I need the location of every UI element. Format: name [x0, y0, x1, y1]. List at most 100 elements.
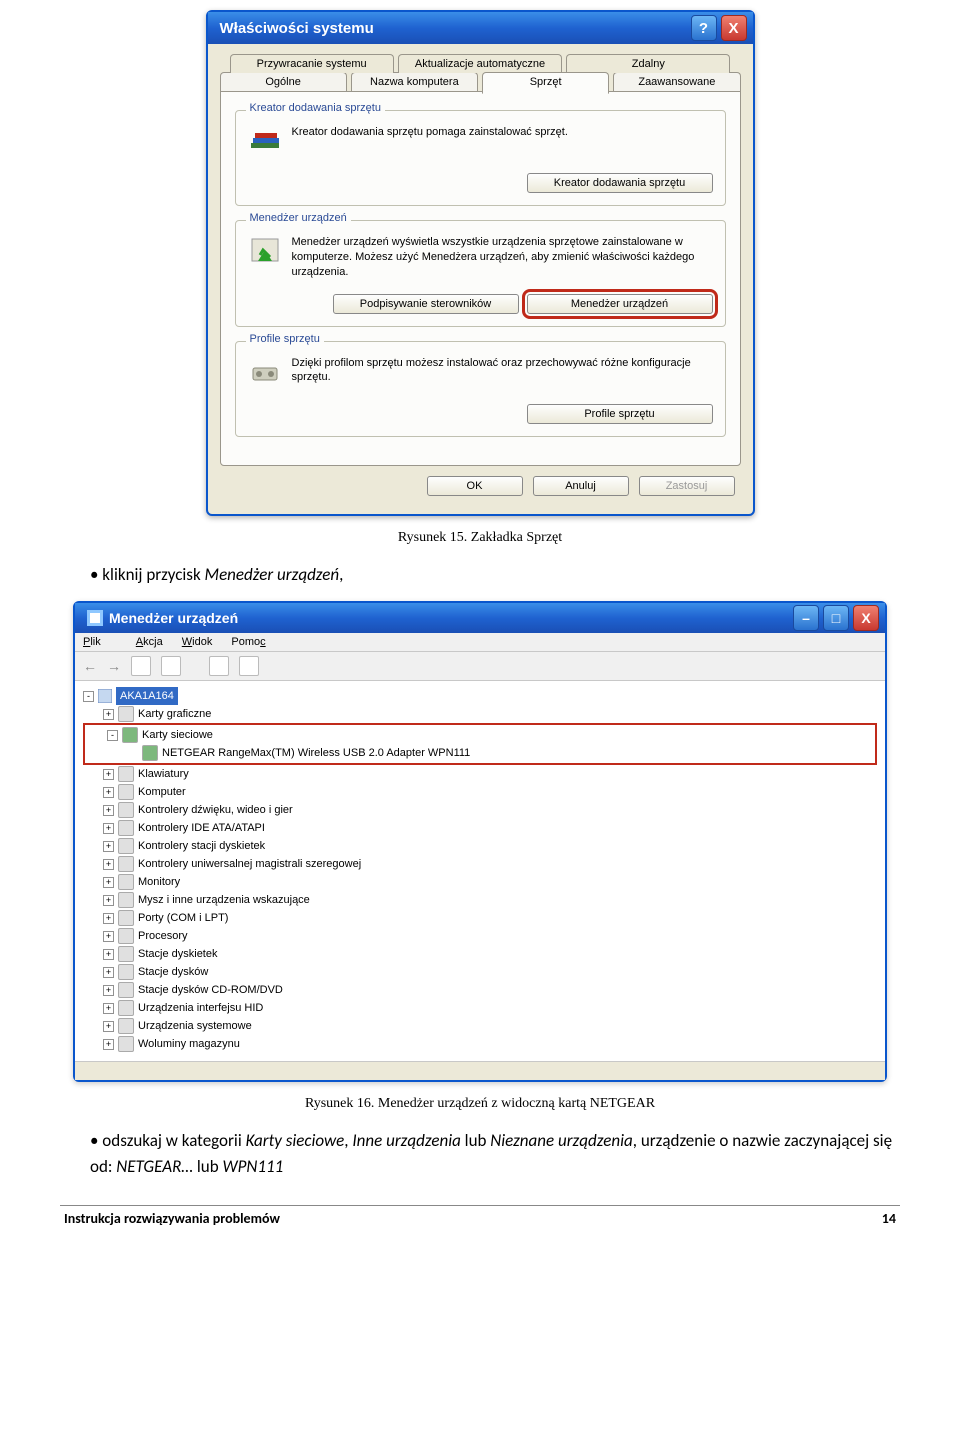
expand-icon[interactable]: +: [103, 841, 114, 852]
collapse-icon[interactable]: -: [107, 730, 118, 741]
group-add-hardware-wizard: Kreator dodawania sprzętu Kreator dodawa…: [235, 110, 726, 206]
expand-icon[interactable]: +: [103, 859, 114, 870]
tree-row[interactable]: +Procesory: [83, 927, 877, 945]
tree-row[interactable]: +Woluminy magazynu: [83, 1035, 877, 1053]
computer-icon: [118, 784, 134, 800]
tree-row[interactable]: +Kontrolery dźwięku, wideo i gier: [83, 801, 877, 819]
nav-forward-icon[interactable]: →: [107, 658, 121, 674]
expand-icon[interactable]: +: [103, 913, 114, 924]
expand-icon[interactable]: +: [103, 709, 114, 720]
nav-back-icon[interactable]: ←: [83, 658, 97, 674]
footer-rule: [60, 1205, 900, 1206]
tree-row[interactable]: +Stacje dysków: [83, 963, 877, 981]
mouse-icon: [118, 892, 134, 908]
expand-icon[interactable]: +: [103, 949, 114, 960]
tab-remote[interactable]: Zdalny: [566, 54, 730, 73]
toolbar-icon-1[interactable]: [131, 656, 151, 676]
tree-row-network[interactable]: -Karty sieciowe: [87, 726, 873, 744]
expand-icon[interactable]: +: [103, 1021, 114, 1032]
dialog-titlebar: Właściwości systemu ? X: [208, 12, 753, 44]
disk-drive-icon: [118, 964, 134, 980]
menu-widok[interactable]: Widok: [182, 636, 213, 648]
expand-icon[interactable]: +: [103, 769, 114, 780]
dm-close-button[interactable]: X: [853, 605, 879, 631]
dm-title: Menedżer urządzeń: [109, 610, 238, 626]
expand-icon[interactable]: +: [103, 931, 114, 942]
footer-page-number: 14: [882, 1210, 896, 1227]
tab-auto-updates[interactable]: Aktualizacje automatyczne: [398, 54, 562, 73]
floppy-drive-icon: [118, 946, 134, 962]
device-manager-button[interactable]: Menedżer urządzeń: [527, 294, 713, 314]
tree-root[interactable]: - AKA1A164: [83, 687, 877, 705]
storage-volume-icon: [118, 1036, 134, 1052]
expand-icon[interactable]: +: [103, 967, 114, 978]
tree-row[interactable]: +Mysz i inne urządzenia wskazujące: [83, 891, 877, 909]
maximize-button[interactable]: □: [823, 605, 849, 631]
network-adapter-icon: [122, 727, 138, 743]
expand-icon[interactable]: +: [103, 985, 114, 996]
add-hardware-wizard-button[interactable]: Kreator dodawania sprzętu: [527, 173, 713, 193]
tree-row[interactable]: +Klawiatury: [83, 765, 877, 783]
group-legend: Profile sprzętu: [246, 333, 324, 345]
expand-icon[interactable]: +: [103, 895, 114, 906]
device-manager-window: Menedżer urządzeń – □ X Plik Akcja Widok…: [73, 601, 887, 1082]
tab-computer-name[interactable]: Nazwa komputera: [351, 72, 478, 92]
tabs-front-row: Ogólne Nazwa komputera Sprzęt Zaawansowa…: [220, 72, 741, 92]
ok-button[interactable]: OK: [427, 476, 523, 496]
document-page: Właściwości systemu ? X Przywracanie sys…: [0, 0, 960, 1257]
ide-controller-icon: [118, 820, 134, 836]
titlebar-buttons: ? X: [691, 15, 747, 41]
dm-statusbar: [75, 1061, 885, 1080]
menu-pomoc[interactable]: Pomoc: [231, 636, 265, 648]
menu-plik[interactable]: Plik: [83, 636, 117, 648]
tree-row[interactable]: +Kontrolery IDE ATA/ATAPI: [83, 819, 877, 837]
tree-row[interactable]: +Karty graficzne: [83, 705, 877, 723]
tree-row[interactable]: +Urządzenia interfejsu HID: [83, 999, 877, 1017]
close-button[interactable]: X: [721, 15, 747, 41]
collapse-icon[interactable]: -: [83, 691, 94, 702]
toolbar-icon-2[interactable]: [161, 656, 181, 676]
instruction-bullet-1: • kliknij przycisk Menedżer urządzeń,: [90, 562, 900, 588]
expand-icon[interactable]: +: [103, 805, 114, 816]
apply-button[interactable]: Zastosuj: [639, 476, 735, 496]
tree-row[interactable]: +Stacje dyskietek: [83, 945, 877, 963]
hardware-profiles-icon: [248, 356, 282, 390]
instruction-bullet-2: • odszukaj w kategorii Karty sieciowe, I…: [90, 1128, 900, 1179]
tabs-back-row: Przywracanie systemu Aktualizacje automa…: [220, 54, 741, 73]
device-manager-icon: [248, 235, 282, 269]
tree-row[interactable]: +Kontrolery uniwersalnej magistrali szer…: [83, 855, 877, 873]
tab-general[interactable]: Ogólne: [220, 72, 347, 92]
minimize-button[interactable]: –: [793, 605, 819, 631]
tree-row[interactable]: +Porty (COM i LPT): [83, 909, 877, 927]
tree-row[interactable]: +Monitory: [83, 873, 877, 891]
hardware-profiles-button[interactable]: Profile sprzętu: [527, 404, 713, 424]
tree-row[interactable]: +Stacje dysków CD-ROM/DVD: [83, 981, 877, 999]
expand-icon[interactable]: +: [103, 877, 114, 888]
tab-hardware[interactable]: Sprzęt: [482, 72, 609, 94]
group3-text: Dzięki profilom sprzętu możesz instalowa…: [292, 356, 713, 386]
menu-akcja[interactable]: Akcja: [136, 636, 163, 648]
cancel-button[interactable]: Anuluj: [533, 476, 629, 496]
help-button[interactable]: ?: [691, 15, 717, 41]
toolbar-icon-3[interactable]: [209, 656, 229, 676]
expand-icon[interactable]: +: [103, 787, 114, 798]
driver-signing-button[interactable]: Podpisywanie sterowników: [333, 294, 519, 314]
expand-icon[interactable]: +: [103, 1003, 114, 1014]
tree-row[interactable]: +Komputer: [83, 783, 877, 801]
cdrom-drive-icon: [118, 982, 134, 998]
dm-toolbar: ← →: [75, 652, 885, 681]
network-adapter-icon: [142, 745, 158, 761]
ports-icon: [118, 910, 134, 926]
tree-row[interactable]: +Urządzenia systemowe: [83, 1017, 877, 1035]
figure-caption-15: Rysunek 15. Zakładka Sprzęt: [60, 530, 900, 546]
toolbar-icon-4[interactable]: [239, 656, 259, 676]
dm-menubar: Plik Akcja Widok Pomoc: [75, 633, 885, 652]
dm-titlebar: Menedżer urządzeń – □ X: [75, 603, 885, 633]
tree-row[interactable]: +Kontrolery stacji dyskietek: [83, 837, 877, 855]
expand-icon[interactable]: +: [103, 1039, 114, 1050]
dialog-body: Przywracanie systemu Aktualizacje automa…: [208, 44, 753, 514]
tree-row-netgear[interactable]: NETGEAR RangeMax(TM) Wireless USB 2.0 Ad…: [87, 744, 873, 762]
tab-system-restore[interactable]: Przywracanie systemu: [230, 54, 394, 73]
expand-icon[interactable]: +: [103, 823, 114, 834]
tab-advanced[interactable]: Zaawansowane: [613, 72, 740, 92]
